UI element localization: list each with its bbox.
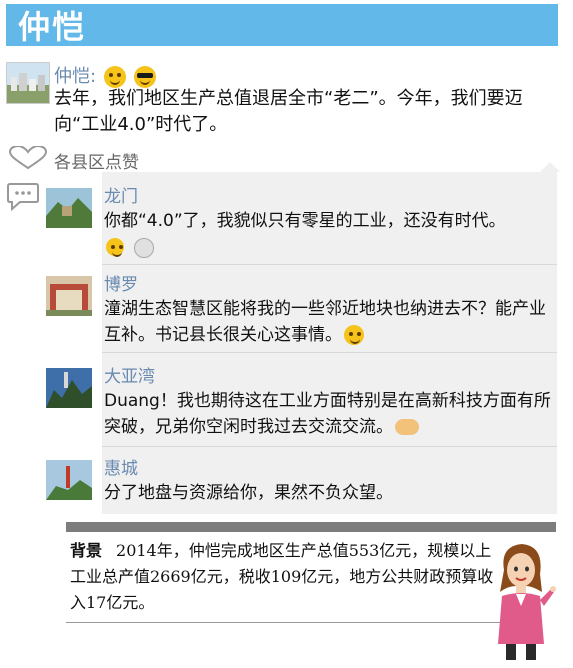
- background-label: 背景: [70, 541, 103, 560]
- presenter-illustration: [486, 540, 556, 664]
- grin-face-icon: [344, 325, 364, 345]
- sunglasses-face-icon: [133, 66, 156, 88]
- poster-name-row: 仲恺:: [54, 62, 156, 88]
- comment-divider: [102, 352, 557, 353]
- likes-label: 各县区点赞: [54, 152, 139, 173]
- comment-item: 博罗 潼湖生态智慧区能将我的一些邻近地块也纳进去不？能产业互补。书记县长很关心这…: [46, 270, 556, 350]
- grin-face-icon: [103, 66, 126, 88]
- likes-row: 各县区点赞: [8, 144, 139, 174]
- comment-bubble-icon[interactable]: [6, 182, 40, 216]
- handshake-icon: [395, 419, 419, 435]
- background-text: 背景 2014年，仲恺完成地区生产总值553亿元，规模以上工业总产值2669亿元，…: [70, 538, 500, 616]
- post-text: 去年，我们地区生产总值退居全市“老二”。今年，我们要迈向“工业4.0”时代了。: [54, 88, 523, 135]
- comment-avatar[interactable]: [46, 460, 92, 500]
- comment-author[interactable]: 龙门: [104, 182, 138, 207]
- comment-text: 潼湖生态智慧区能将我的一些邻近地块也纳进去不？能产业互补。书记县长很关心这事情。: [104, 296, 554, 348]
- comment-item: 惠城 分了地盘与资源给你，果然不负众望。: [46, 454, 556, 514]
- comment-text-content: Duang！我也期待这在工业方面特别是在高新科技方面有所突破，兄弟你空闲时我过去…: [104, 391, 551, 437]
- comment-text: Duang！我也期待这在工业方面特别是在高新科技方面有所突破，兄弟你空闲时我过去…: [104, 388, 554, 440]
- comment-avatar[interactable]: [46, 276, 92, 316]
- comment-author[interactable]: 大亚湾: [104, 362, 155, 387]
- poster-avatar[interactable]: [6, 62, 50, 104]
- comment-text: 分了地盘与资源给你，果然不负众望。: [104, 483, 393, 503]
- background-bar: [66, 522, 556, 532]
- title-banner: 仲恺: [6, 4, 558, 46]
- comments-caret: [540, 162, 560, 172]
- frown-face-icon: [106, 238, 124, 257]
- comment-avatar[interactable]: [46, 188, 92, 228]
- comment-item: 龙门 你都“4.0”了，我貌似只有零星的工业，还没有时代。: [46, 182, 556, 262]
- comment-avatar[interactable]: [46, 368, 92, 408]
- comment-divider: [102, 264, 557, 265]
- comment-author[interactable]: 惠城: [104, 454, 138, 479]
- comment-author[interactable]: 博罗: [104, 270, 138, 295]
- background-underline: [66, 622, 506, 623]
- comment-text: 你都“4.0”了，我貌似只有零星的工业，还没有时代。: [104, 211, 506, 231]
- poster-name[interactable]: 仲恺:: [54, 66, 96, 87]
- banner-title: 仲恺: [18, 8, 87, 46]
- comment-item: 大亚湾 Duang！我也期待这在工业方面特别是在高新科技方面有所突破，兄弟你空闲…: [46, 362, 556, 442]
- skull-icon: [134, 238, 154, 258]
- comment-divider: [102, 446, 557, 447]
- comment-text-content: 潼湖生态智慧区能将我的一些邻近地块也纳进去不？能产业互补。书记县长很关心这事情。: [104, 299, 546, 345]
- heart-icon[interactable]: [8, 144, 48, 174]
- background-content: 2014年，仲恺完成地区生产总值553亿元，规模以上工业总产值2669亿元，税收…: [70, 541, 494, 612]
